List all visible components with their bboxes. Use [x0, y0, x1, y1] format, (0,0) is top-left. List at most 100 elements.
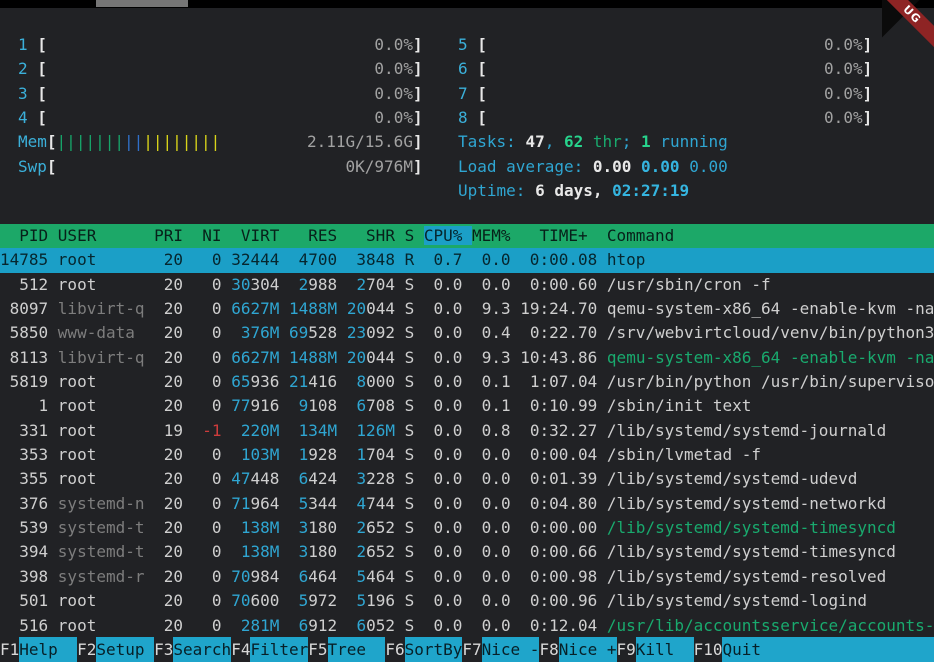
fkey-f1-help[interactable]: F1Help [0, 637, 77, 662]
text-segment: 5819 root 20 0 [0, 372, 231, 391]
text-segment: 3 [356, 469, 366, 488]
text-segment: 539 [0, 518, 58, 537]
text-segment: 8113 [0, 348, 58, 367]
text-segment: 220M [241, 421, 280, 440]
process-row[interactable]: 516 root 20 0 281M 6912 6052 S 0.0 0.0 0… [0, 614, 934, 638]
text-segment: 30 [231, 275, 250, 294]
meter-body: 0.0% [47, 82, 413, 106]
process-row[interactable]: 353 root 20 0 103M 1928 1704 S 0.0 0.0 0… [0, 443, 934, 467]
process-row[interactable]: 355 root 20 0 47448 6424 3228 S 0.0 0.0 … [0, 467, 934, 491]
fkey-action-label: Help [19, 637, 77, 662]
fkey-f3-search[interactable]: F3Search [154, 637, 231, 662]
text-segment: systemd-t [58, 542, 145, 561]
meter-bracket-close: ] [413, 157, 423, 176]
text-segment [337, 421, 356, 440]
fkey-action-label: SortBy [405, 637, 463, 662]
process-row[interactable]: 512 root 20 0 30304 2988 2704 S 0.0 0.0 … [0, 273, 934, 297]
fkey-f7-nice-[interactable]: F7Nice - [462, 637, 539, 662]
process-table: PID USER PRI NI VIRT RES SHR S CPU% MEM%… [0, 224, 934, 638]
process-row[interactable]: 394 systemd-t 20 0 138M 3180 2652 S 0.0 … [0, 540, 934, 564]
process-row[interactable]: 5850 www-data 20 0 376M 69528 23092 S 0.… [0, 321, 934, 345]
text-segment: 21 [289, 372, 308, 391]
fkey-key-label: F8 [539, 637, 558, 662]
process-table-header[interactable]: PID USER PRI NI VIRT RES SHR S CPU% MEM%… [0, 224, 934, 248]
text-segment: 1488M [289, 299, 337, 318]
fkey-action-label: Setup [96, 637, 154, 662]
text-segment [337, 275, 356, 294]
meter-value: 0.0% [824, 33, 863, 57]
meter-bracket-close: ] [413, 35, 423, 54]
cpu-meter-8: 8 [0.0%] [458, 106, 872, 130]
meter-label: 8 [458, 108, 477, 127]
text-segment: 65 [231, 372, 250, 391]
meter-value: 0.0% [374, 33, 413, 57]
text-segment: S 0.0 0.0 0:00.04 /sbin/lvmetad -f [395, 445, 761, 464]
meter-label: 2 [18, 59, 37, 78]
text-segment: Tasks: [458, 132, 525, 151]
text-segment: 376M [241, 323, 280, 342]
text-segment: 02:27:19 [612, 181, 689, 200]
meter-bracket-open: [ [477, 59, 487, 78]
text-segment [337, 348, 347, 367]
fkey-f6-sortby[interactable]: F6SortBy [385, 637, 462, 662]
text-segment: 134M [299, 421, 338, 440]
process-row-selected[interactable]: 14785 root 20 0 32444 4700 3848 R 0.7 0.… [0, 248, 934, 272]
text-segment: 180 [308, 518, 337, 537]
window-tab-indicator[interactable] [96, 0, 188, 7]
process-row[interactable]: 331 root 19 -1 220M 134M 126M S 0.0 0.8 … [0, 419, 934, 443]
cpu-meter-5: 5 [0.0%] [458, 33, 872, 57]
text-segment: 092 [366, 323, 395, 342]
text-segment [337, 396, 356, 415]
meter-body: 0.0% [47, 33, 413, 57]
process-row[interactable]: 8113 libvirt-q 20 0 6627M 1488M 20044 S … [0, 346, 934, 370]
meter-bracket-open: [ [47, 132, 57, 151]
fkey-f9-kill[interactable]: F9Kill [617, 637, 694, 662]
fkey-action-label: Nice + [559, 637, 617, 662]
text-segment: 103M [241, 445, 280, 464]
process-row[interactable]: 398 systemd-r 20 0 70984 6464 5464 S 0.0… [0, 565, 934, 589]
meter-bar-segment-green: ||||||| [57, 132, 124, 151]
meter-bracket-close: ] [863, 84, 873, 103]
text-segment: systemd-n [58, 494, 145, 513]
text-segment [337, 469, 356, 488]
text-segment: S 0.0 0.0 0:00.98 /lib/systemd/systemd-r… [395, 567, 886, 586]
text-segment: 355 root 20 0 [0, 469, 231, 488]
text-segment: running [651, 132, 728, 151]
text-segment [680, 157, 690, 176]
text-segment: 4 [356, 494, 366, 513]
fkey-f4-filter[interactable]: F4Filter [231, 637, 308, 662]
text-segment: 652 [366, 542, 395, 561]
text-segment: 5 [356, 567, 366, 586]
text-segment: 2 [356, 542, 366, 561]
text-segment: 20 0 [145, 542, 241, 561]
process-row[interactable]: 501 root 20 0 70600 5972 5196 S 0.0 0.0 … [0, 589, 934, 613]
fkey-f8-nice-[interactable]: F8Nice + [539, 637, 616, 662]
text-segment: 704 [366, 445, 395, 464]
fkey-f5-tree[interactable]: F5Tree [308, 637, 385, 662]
fkey-f10-quit[interactable]: F10Quit [694, 637, 934, 662]
process-row[interactable]: 8097 libvirt-q 20 0 6627M 1488M 20044 S … [0, 297, 934, 321]
text-segment: 912 [308, 616, 337, 635]
text-segment: 464 [366, 567, 395, 586]
text-segment: libvirt-q [58, 348, 145, 367]
process-row[interactable]: 5819 root 20 0 65936 21416 8000 S 0.0 0.… [0, 370, 934, 394]
fkey-f2-setup[interactable]: F2Setup [77, 637, 154, 662]
text-segment: PID USER PRI NI VIRT RES SHR S [0, 226, 424, 245]
meter-bracket-open: [ [37, 84, 47, 103]
process-row[interactable]: 1 root 20 0 77916 9108 6708 S 0.0 0.1 0:… [0, 394, 934, 418]
fkey-key-label: F9 [617, 637, 636, 662]
text-segment: 936 [250, 372, 279, 391]
fkey-key-label: F6 [385, 637, 404, 662]
sort-column-header-cpu[interactable]: CPU% [424, 226, 472, 245]
fkey-key-label: F7 [462, 637, 481, 662]
text-segment: 3 [299, 542, 309, 561]
process-row[interactable]: 539 systemd-t 20 0 138M 3180 2652 S 0.0 … [0, 516, 934, 540]
process-row[interactable]: 376 systemd-n 20 0 71964 5344 4744 S 0.0… [0, 492, 934, 516]
text-segment [337, 323, 347, 342]
text-segment [279, 542, 298, 561]
text-segment: 5 [299, 494, 309, 513]
meter-value: 2.11G/15.6G [307, 130, 413, 154]
text-segment: , [545, 132, 564, 151]
text-segment: 0.00 [641, 157, 680, 176]
text-segment [337, 494, 356, 513]
